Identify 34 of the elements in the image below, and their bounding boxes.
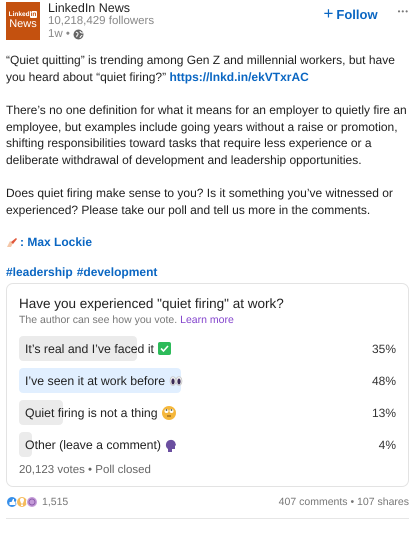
- option-label: It’s real and I’ve faced it: [25, 342, 154, 356]
- comments-shares-count[interactable]: 407 comments • 107 shares: [278, 496, 409, 508]
- logo-news-text: News: [9, 18, 37, 30]
- check-mark-icon: [158, 342, 171, 355]
- poll-status: 20,123 votes • Poll closed: [19, 464, 152, 476]
- option-percent: 4%: [378, 438, 396, 452]
- globe-icon: [72, 29, 84, 40]
- post-time: 1w •: [48, 28, 70, 41]
- credit-link[interactable]: : Max Lockie: [20, 235, 92, 249]
- reactions-drawing: [6, 496, 38, 508]
- author-name[interactable]: LinkedIn News: [48, 2, 312, 15]
- hashtag-link[interactable]: #development: [76, 265, 158, 279]
- post-link[interactable]: https://lnkd.in/ekVTxrAC: [169, 70, 309, 84]
- post-paragraph: Does quiet firing make sense to you? Is it something you’ve witnessed or experienced? Please take our poll and tell us more in the comments.: [6, 185, 394, 218]
- option-percent: 48%: [370, 374, 396, 388]
- option-percent: 13%: [370, 406, 396, 420]
- follow-button[interactable]: + Follow: [319, 2, 382, 26]
- writing-hand-icon: [6, 236, 20, 248]
- poll-question: Have you experienced "quiet firing" at work?: [19, 296, 285, 311]
- eyes-icon: [169, 376, 184, 386]
- speaking-head-icon: [165, 438, 177, 452]
- poll-note: The author can see how you vote.: [19, 314, 178, 326]
- post-paragraph: “Quiet quitting” is trending among Gen Z and millennial workers, but have you heard about “quiet firing?” https://lnkd.in/ekVTxrAC: [6, 52, 396, 85]
- learn-more-link[interactable]: Learn more: [180, 314, 234, 326]
- hashtag-link[interactable]: #leadership: [6, 265, 73, 279]
- rolling-eyes-face-icon: [162, 406, 176, 420]
- option-label: Other (leave a comment): [25, 438, 161, 452]
- more-options-button[interactable]: •••: [398, 2, 409, 16]
- post-paragraph: There’s no one definition for what it means for an employer to quietly fire an employee, but examples include going years without a raise or promotion, shifting responsibilities toward tasks that require less experience or a deliberate withdrawal of development and leadership opportunities.: [6, 102, 408, 168]
- option-label: Quiet firing is not a thing: [25, 406, 158, 420]
- follower-count: 10,218,429 followers: [48, 15, 156, 28]
- option-percent: 35%: [370, 342, 396, 356]
- reaction-count[interactable]: 1,515: [42, 496, 68, 508]
- option-label: I’ve seen it at work before: [25, 374, 166, 388]
